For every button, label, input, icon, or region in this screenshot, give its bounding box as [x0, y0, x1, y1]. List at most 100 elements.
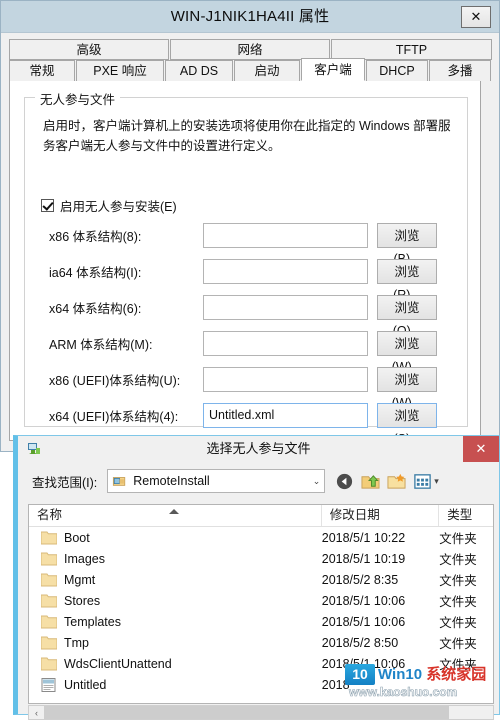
- chevron-down-icon[interactable]: ⌄: [313, 476, 321, 487]
- label-x64-uefi: x64 (UEFI)体系结构(4):: [49, 409, 179, 424]
- input-arm[interactable]: [203, 330, 368, 356]
- tab-tftp[interactable]: TFTP: [331, 39, 492, 60]
- tab-panel-client: 无人参与文件 启用时，客户端计算机上的安装选项将使用你在此指定的 Windows…: [9, 81, 481, 446]
- tab-boot[interactable]: 启动: [234, 60, 300, 81]
- tab-pxe-response[interactable]: PXE 响应: [76, 60, 164, 81]
- file-rows: Boot 2018/5/1 10:22 文件夹 Images 2018/5/1 …: [29, 527, 493, 695]
- list-item[interactable]: Templates 2018/5/1 10:06 文件夹: [29, 611, 493, 632]
- folder-icon: [41, 573, 57, 586]
- field-row-ia64: ia64 体系结构(I): 浏览(R)...: [25, 258, 469, 302]
- input-x86-uefi[interactable]: [203, 366, 368, 392]
- scrollbar-thumb[interactable]: [44, 706, 449, 719]
- unattend-file-groupbox: 无人参与文件 启用时，客户端计算机上的安装选项将使用你在此指定的 Windows…: [24, 89, 469, 446]
- back-icon[interactable]: [335, 472, 354, 491]
- file-date-cell: 2018/5/1 10:06: [321, 656, 406, 671]
- tab-strip: 高级 网络 TFTP 常规 PXE 响应 AD DS 启动 客户端 DHCP 多…: [9, 39, 493, 81]
- file-type-cell: 文件夹: [439, 595, 477, 609]
- browse-button-ia64[interactable]: 浏览(R)...: [377, 258, 437, 302]
- browse-button-x64-uefi[interactable]: 浏览(S)...: [377, 402, 437, 446]
- list-item[interactable]: WdsClientUnattend 2018/5/1 10:06 文件夹: [29, 653, 493, 674]
- groupbox-legend: 无人参与文件: [35, 89, 121, 108]
- file-date-cell: 2018/5/1 10:22: [321, 530, 406, 545]
- label-x64: x64 体系结构(6):: [49, 301, 142, 316]
- file-type-cell: 文件夹: [439, 532, 477, 546]
- list-item[interactable]: Mgmt 2018/5/2 8:35 文件夹: [29, 569, 493, 590]
- scroll-left-icon[interactable]: ‹: [29, 708, 44, 718]
- folder-icon: [41, 615, 57, 628]
- label-arm: ARM 体系结构(M):: [49, 337, 153, 352]
- up-folder-icon[interactable]: [361, 472, 380, 491]
- views-chevron-down-icon[interactable]: ▾: [434, 476, 439, 487]
- look-in-dropdown[interactable]: RemoteInstall ⌄: [107, 469, 326, 493]
- input-ia64[interactable]: [203, 258, 368, 284]
- folder-icon: [41, 552, 57, 565]
- tab-row-lower: 常规 PXE 响应 AD DS 启动 客户端 DHCP 多播: [9, 58, 493, 81]
- look-in-row: 查找范围(I): RemoteInstall ⌄ ▾: [18, 464, 499, 498]
- file-name-cell: Mgmt: [29, 573, 322, 587]
- new-folder-icon[interactable]: [387, 472, 406, 491]
- browse-button-arm[interactable]: 浏览(W)...: [377, 330, 437, 374]
- file-name-text: Images: [64, 551, 105, 566]
- select-unattend-file-dialog: 选择无人参与文件 ✕ 查找范围(I): RemoteInstall ⌄ ▾ 名称…: [13, 435, 500, 720]
- list-item[interactable]: Images 2018/5/1 10:19 文件夹: [29, 548, 493, 569]
- file-type-cell: 文件夹: [439, 616, 477, 630]
- file-date-cell: 2018: [321, 677, 350, 692]
- file-name-text: WdsClientUnattend: [64, 656, 172, 671]
- column-header-date[interactable]: 修改日期: [322, 505, 440, 526]
- file-name-cell: Images: [29, 552, 322, 566]
- sort-ascending-icon: [169, 509, 179, 514]
- properties-dialog: WIN-J1NIK1HA4II 属性 ✕ 高级 网络 TFTP 常规 PXE 响…: [0, 0, 500, 452]
- enable-unattend-label: 启用无人参与安装(E): [60, 200, 177, 214]
- column-header-type[interactable]: 类型: [439, 505, 493, 526]
- remote-folder-icon: [113, 477, 126, 486]
- tab-general[interactable]: 常规: [9, 60, 75, 81]
- list-item[interactable]: Untitled 2018: [29, 674, 493, 695]
- field-row-x86-uefi: x86 (UEFI)体系结构(U): 浏览(W)...: [25, 366, 469, 410]
- input-x64-uefi[interactable]: [203, 402, 368, 428]
- file-date-cell: 2018/5/1 10:06: [321, 614, 406, 629]
- tab-network[interactable]: 网络: [170, 39, 330, 60]
- list-item[interactable]: Stores 2018/5/1 10:06 文件夹: [29, 590, 493, 611]
- folder-icon: [41, 594, 57, 607]
- tab-dhcp[interactable]: DHCP: [366, 60, 428, 81]
- file-name-text: Stores: [64, 593, 101, 608]
- folder-icon: [41, 636, 57, 649]
- field-row-x64: x64 体系结构(6): 浏览(O)...: [25, 294, 469, 338]
- file-name-text: Tmp: [64, 635, 89, 650]
- file-date-cell: 2018/5/1 10:19: [321, 551, 406, 566]
- horizontal-scrollbar[interactable]: ‹: [28, 705, 494, 720]
- file-name-cell: WdsClientUnattend: [29, 657, 322, 671]
- tab-advanced[interactable]: 高级: [9, 39, 169, 60]
- file-name-text: Templates: [64, 614, 121, 629]
- file-name-cell: Tmp: [29, 636, 322, 650]
- label-ia64: ia64 体系结构(I):: [49, 265, 142, 280]
- file-dialog-title: 选择无人参与文件: [206, 441, 311, 456]
- browse-button-x86[interactable]: 浏览(B)...: [377, 222, 437, 266]
- input-x86[interactable]: [203, 222, 368, 248]
- list-item[interactable]: Tmp 2018/5/2 8:50 文件夹: [29, 632, 493, 653]
- look-in-label: 查找范围(I):: [32, 475, 98, 490]
- enable-unattend-checkbox[interactable]: [41, 199, 54, 212]
- list-item[interactable]: Boot 2018/5/1 10:22 文件夹: [29, 527, 493, 548]
- input-x64[interactable]: [203, 294, 368, 320]
- tab-multicast[interactable]: 多播: [429, 60, 491, 81]
- navigation-toolbar: ▾: [335, 472, 439, 491]
- properties-titlebar: WIN-J1NIK1HA4II 属性 ✕: [1, 1, 499, 33]
- views-icon[interactable]: [413, 472, 432, 491]
- close-icon[interactable]: ✕: [463, 436, 499, 462]
- file-name-cell: Stores: [29, 594, 322, 608]
- field-row-x86: x86 体系结构(8): 浏览(B)...: [25, 222, 469, 266]
- file-type-cell: 文件夹: [439, 553, 477, 567]
- tab-ad-ds[interactable]: AD DS: [165, 60, 233, 81]
- groupbox-description: 启用时，客户端计算机上的安装选项将使用你在此指定的 Windows 部署服务客户…: [43, 119, 451, 153]
- folder-icon: [41, 531, 57, 544]
- enable-unattend-checkbox-row[interactable]: 启用无人参与安装(E): [41, 196, 177, 215]
- label-x86-uefi: x86 (UEFI)体系结构(U):: [49, 373, 181, 388]
- browse-button-x64[interactable]: 浏览(O)...: [377, 294, 437, 338]
- field-row-arm: ARM 体系结构(M): 浏览(W)...: [25, 330, 469, 374]
- tab-row-upper: 高级 网络 TFTP: [9, 39, 493, 60]
- folder-icon: [41, 657, 57, 670]
- browse-button-x86-uefi[interactable]: 浏览(W)...: [377, 366, 437, 410]
- tab-client[interactable]: 客户端: [301, 58, 365, 81]
- close-icon[interactable]: ✕: [461, 6, 491, 28]
